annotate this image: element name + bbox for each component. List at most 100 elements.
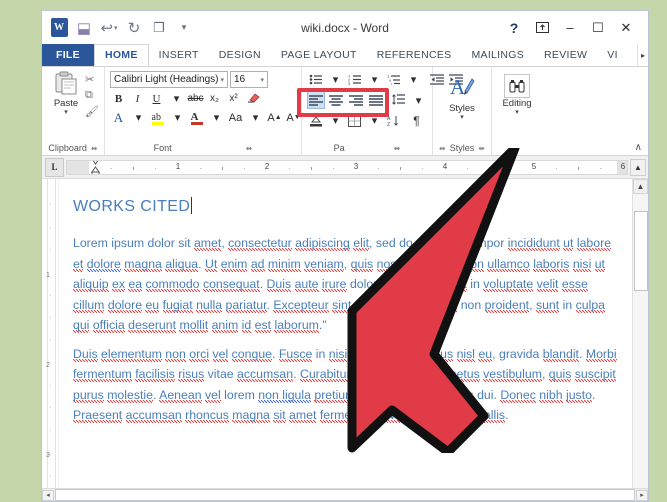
bullets-caret[interactable]: ▾ <box>327 71 344 88</box>
text-effects-button[interactable]: A <box>110 109 127 126</box>
tab-references[interactable]: REFERENCES <box>367 44 462 66</box>
paragraph-body: ▾ 1 2 3 ▾ 1 a i ▾ ▾ ▾ ▾ A Z ¶ <box>302 67 463 141</box>
line-spacing-button[interactable] <box>390 92 407 109</box>
subscript-button[interactable]: x₂ <box>206 90 223 107</box>
styles-caret[interactable]: ▾ <box>460 114 464 121</box>
paste-button[interactable]: Paste ▾ <box>47 71 85 116</box>
undo-icon[interactable]: ↩ ▾ <box>98 17 120 39</box>
borders-button[interactable] <box>346 112 363 129</box>
shading-caret[interactable]: ▾ <box>327 112 344 129</box>
collapse-ribbon-button[interactable]: ∧ <box>635 142 642 153</box>
styles-dialog-launcher-left[interactable]: ⬌ <box>439 144 446 153</box>
font-color-caret[interactable]: ▾ <box>208 109 225 126</box>
editing-caret[interactable]: ▾ <box>515 109 519 116</box>
grow-font-button[interactable]: A ▲ <box>266 109 283 126</box>
text-effects-caret[interactable]: ▾ <box>130 109 147 126</box>
tab-view[interactable]: VI <box>597 44 628 66</box>
strikethrough-button[interactable]: abc <box>187 90 204 107</box>
help-button[interactable]: ? <box>500 15 528 41</box>
clipboard-dialog-launcher[interactable]: ⬌ <box>91 144 98 153</box>
styles-dialog-launcher[interactable]: ⬌ <box>478 144 485 153</box>
save-icon[interactable]: ⬓ <box>73 17 95 39</box>
ribbon-options-glyph <box>535 22 549 33</box>
close-button[interactable]: ✕ <box>612 15 640 41</box>
numbering-button[interactable]: 1 2 3 <box>346 71 363 88</box>
maximize-button[interactable]: ☐ <box>584 15 612 41</box>
editing-button[interactable]: Editing ▾ <box>497 71 537 116</box>
underline-button[interactable]: U <box>148 90 165 107</box>
highlight-caret[interactable]: ▾ <box>169 109 186 126</box>
vertical-ruler[interactable]: 1 2 3 <box>42 179 59 501</box>
numbering-caret[interactable]: ▾ <box>366 71 383 88</box>
show-formatting-marks-button[interactable]: ¶ <box>408 112 425 129</box>
horizontal-scrollbar[interactable]: ◂ ▸ <box>42 488 648 501</box>
ruler-left-margin <box>67 160 89 174</box>
font-size-caret[interactable]: ▾ <box>260 76 264 84</box>
styles-button[interactable]: A Styles ▾ <box>438 71 486 121</box>
shrink-font-glyph: A <box>286 111 294 124</box>
tab-stop-selector[interactable]: L <box>45 157 64 177</box>
shading-button[interactable] <box>307 112 324 129</box>
tab-insert[interactable]: INSERT <box>149 44 209 66</box>
redo-icon[interactable]: ↻ <box>123 17 145 39</box>
superscript-button[interactable]: x² <box>225 90 242 107</box>
font-name-input[interactable]: Calibri Light (Headings) ▾ <box>110 71 228 88</box>
vertical-scrollbar-thumb[interactable] <box>634 211 648 291</box>
word-app-icon[interactable]: W <box>48 17 70 39</box>
shrink-font-button[interactable]: A ▼ <box>285 109 302 126</box>
ruler-scroll-up-button[interactable]: ▲ <box>630 158 646 176</box>
format-painter-icon[interactable]: 🖌 <box>85 105 99 118</box>
undo-dropdown-caret[interactable]: ▾ <box>114 24 118 32</box>
align-left-button[interactable] <box>307 91 326 109</box>
underline-dropdown-caret[interactable]: ▾ <box>168 90 185 107</box>
justify-icon <box>369 94 383 106</box>
scroll-right-arrow[interactable]: ▸ <box>636 489 648 501</box>
italic-button[interactable]: I <box>129 90 146 107</box>
multilevel-list-button[interactable]: 1 a i <box>385 71 402 88</box>
clear-formatting-icon[interactable] <box>244 90 261 107</box>
indent-markers[interactable] <box>91 160 100 174</box>
align-center-button[interactable] <box>327 91 345 109</box>
tabs-overflow-icon[interactable]: ▸ <box>637 44 648 66</box>
editing-body: Editing ▾ <box>492 67 542 141</box>
scroll-left-arrow[interactable]: ◂ <box>42 489 54 501</box>
font-dialog-launcher[interactable]: ⬌ <box>246 144 253 153</box>
tab-home[interactable]: HOME <box>93 44 149 66</box>
multilevel-caret[interactable]: ▾ <box>405 71 422 88</box>
justify-button[interactable] <box>367 91 385 109</box>
font-name-caret[interactable]: ▾ <box>220 76 224 84</box>
multilevel-list-icon: 1 a i <box>387 74 400 85</box>
sort-button[interactable]: A Z <box>385 112 402 129</box>
customize-qat-icon[interactable]: ▾ <box>173 17 195 39</box>
minimize-button[interactable]: – <box>556 15 584 41</box>
tab-file[interactable]: FILE <box>42 44 94 66</box>
ribbon-display-options-icon[interactable] <box>528 15 556 41</box>
bullets-button[interactable] <box>307 71 324 88</box>
borders-caret[interactable]: ▾ <box>366 112 383 129</box>
change-case-caret[interactable]: ▾ <box>247 109 264 126</box>
paragraph-row-1: ▾ 1 2 3 ▾ 1 a i ▾ <box>307 71 463 88</box>
tab-page-layout[interactable]: PAGE LAYOUT <box>271 44 367 66</box>
touch-mouse-mode-icon[interactable]: ❐ <box>148 17 170 39</box>
font-color-button[interactable]: A <box>188 109 205 126</box>
horizontal-scrollbar-thumb[interactable] <box>55 489 635 501</box>
cut-icon[interactable]: ✂ <box>85 73 99 86</box>
change-case-button[interactable]: Aa <box>227 109 244 126</box>
scroll-up-arrow[interactable]: ▲ <box>633 179 648 194</box>
font-size-input[interactable]: 16 ▾ <box>230 71 268 88</box>
borders-icon <box>348 114 361 127</box>
tab-review[interactable]: REVIEW <box>534 44 597 66</box>
horizontal-ruler[interactable]: 1 2 3 4 5 6 <box>66 159 628 175</box>
tab-design[interactable]: DESIGN <box>209 44 271 66</box>
vertical-scrollbar[interactable]: ▲ ▼ <box>632 179 648 501</box>
bold-button[interactable]: B <box>110 90 127 107</box>
ribbon-group-editing: Editing ▾ <box>492 67 542 155</box>
paste-dropdown-caret[interactable]: ▾ <box>64 109 68 116</box>
align-right-button[interactable] <box>347 91 365 109</box>
copy-icon[interactable]: ⧉ <box>85 89 99 102</box>
paragraph-dialog-launcher[interactable]: ⬌ <box>394 144 401 153</box>
document-page[interactable]: WORKS CITED Lorem ipsum dolor sit amet, … <box>59 179 632 501</box>
text-highlight-color-button[interactable]: ab <box>149 109 166 126</box>
tab-mailings[interactable]: MAILINGS <box>461 44 534 66</box>
line-spacing-caret[interactable]: ▾ <box>410 92 427 109</box>
